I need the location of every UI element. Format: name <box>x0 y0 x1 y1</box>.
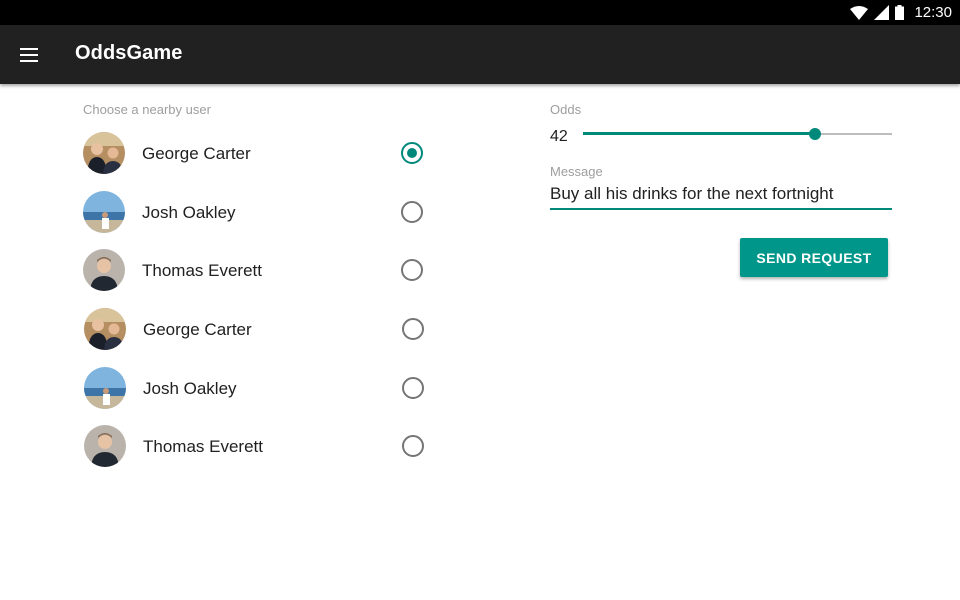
message-input[interactable] <box>550 180 892 210</box>
user-radio[interactable] <box>402 377 424 399</box>
slider-fill <box>583 132 815 135</box>
slider-thumb[interactable] <box>808 128 821 140</box>
user-radio[interactable] <box>401 201 423 223</box>
status-time: 12:30 <box>914 4 952 21</box>
avatar <box>83 132 125 174</box>
user-row[interactable]: Josh Oakley <box>84 367 434 411</box>
odds-label: Odds <box>550 102 582 117</box>
status-bar: 12:30 <box>0 0 960 25</box>
status-icons: 12:30 <box>850 3 952 22</box>
user-row[interactable]: Josh Oakley <box>83 191 433 235</box>
avatar <box>84 425 126 467</box>
message-label: Message <box>550 164 603 179</box>
avatar <box>83 249 125 291</box>
user-radio[interactable] <box>401 259 423 281</box>
user-radio[interactable] <box>401 142 423 164</box>
wifi-icon <box>850 5 869 20</box>
menu-icon[interactable] <box>19 44 41 66</box>
user-name: George Carter <box>143 320 252 339</box>
user-radio[interactable] <box>402 318 424 340</box>
app-title: OddsGame <box>75 42 183 64</box>
send-request-button[interactable]: SEND REQUEST <box>740 238 888 277</box>
user-name: Josh Oakley <box>142 203 236 222</box>
avatar <box>84 367 126 409</box>
user-name: Thomas Everett <box>143 437 263 456</box>
user-radio[interactable] <box>402 435 424 457</box>
odds-slider[interactable] <box>583 124 892 144</box>
odds-value: 42 <box>550 128 568 145</box>
signal-icon <box>874 5 890 20</box>
avatar <box>83 191 125 233</box>
user-row[interactable]: Thomas Everett <box>84 425 434 469</box>
user-row[interactable]: Thomas Everett <box>83 249 433 293</box>
user-list-label: Choose a nearby user <box>83 102 211 117</box>
battery-icon <box>895 5 905 20</box>
user-row[interactable]: George Carter <box>84 308 434 352</box>
user-name: George Carter <box>142 144 251 163</box>
user-row[interactable]: George Carter <box>83 132 433 176</box>
app-bar: OddsGame <box>0 25 960 84</box>
avatar <box>84 308 126 350</box>
user-name: Thomas Everett <box>142 261 262 280</box>
user-name: Josh Oakley <box>143 379 237 398</box>
